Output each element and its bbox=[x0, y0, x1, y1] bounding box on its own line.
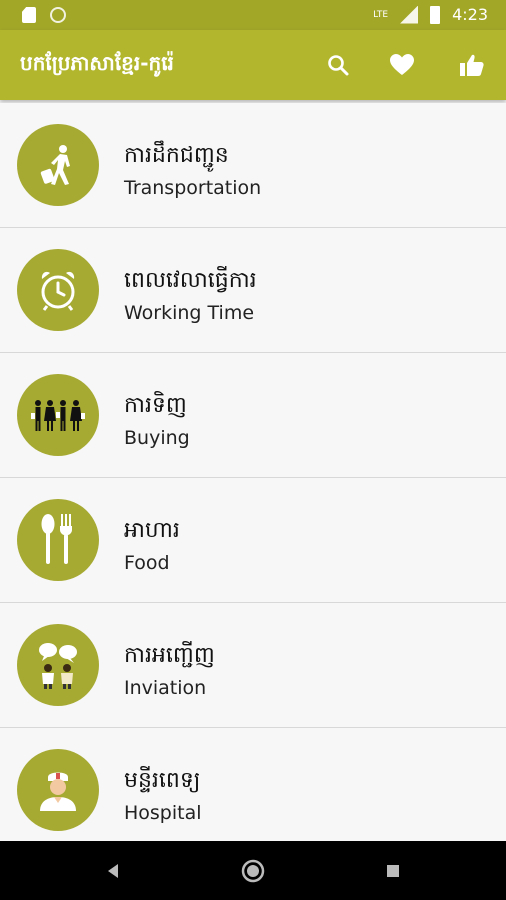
category-title-en: Inviation bbox=[124, 677, 207, 699]
search-button[interactable] bbox=[321, 48, 355, 82]
category-icon-circle bbox=[17, 374, 99, 456]
category-title-kh: ការទិញ bbox=[124, 393, 187, 418]
category-title-en: Working Time bbox=[124, 302, 255, 324]
category-item-invitation[interactable]: ការអញ្ជើញ Inviation bbox=[0, 603, 506, 728]
category-item-buying[interactable]: ការទិញ Buying bbox=[0, 353, 506, 478]
category-title-kh: ពេលវេលាធ្វើការ bbox=[124, 268, 257, 293]
back-triangle-icon bbox=[108, 864, 118, 878]
category-title-en: Transportation bbox=[124, 177, 262, 199]
thumbs-up-icon bbox=[460, 54, 484, 76]
battery-icon bbox=[430, 5, 441, 24]
category-title-kh: ការដឹកជញ្ជូន bbox=[124, 143, 229, 168]
category-item-transportation[interactable]: ការដឹកជញ្ជូន Transportation bbox=[0, 103, 506, 228]
category-item-hospital[interactable]: មន្ទីរពេទ្យ Hospital bbox=[0, 728, 506, 853]
alarm-clock-icon bbox=[41, 271, 75, 311]
shoppers-icon bbox=[31, 400, 85, 431]
category-icon-circle bbox=[17, 749, 99, 831]
category-item-food[interactable]: អាហារ Food bbox=[0, 478, 506, 603]
category-title-en: Hospital bbox=[124, 802, 202, 824]
category-icon-circle bbox=[17, 624, 99, 706]
recents-button[interactable] bbox=[378, 856, 408, 886]
network-type: LTE bbox=[373, 9, 389, 20]
signal-icon bbox=[400, 5, 419, 24]
nurse-icon bbox=[40, 772, 76, 811]
category-title-en: Buying bbox=[124, 427, 190, 449]
category-title-kh: ការអញ្ជើញ bbox=[124, 643, 215, 668]
status-bar: LTE 4:23 bbox=[0, 0, 506, 30]
category-icon-circle bbox=[17, 499, 99, 581]
sd-card-icon bbox=[22, 7, 36, 23]
home-button[interactable] bbox=[238, 856, 268, 886]
back-button[interactable] bbox=[98, 856, 128, 886]
system-nav-bar bbox=[0, 841, 506, 900]
home-circle-icon bbox=[241, 859, 265, 883]
heart-icon bbox=[390, 54, 414, 75]
favorites-button[interactable] bbox=[385, 48, 419, 82]
like-button[interactable] bbox=[455, 48, 489, 82]
chat-people-icon bbox=[39, 643, 77, 689]
spoon-fork-icon bbox=[41, 514, 72, 564]
recents-square-icon bbox=[387, 865, 399, 877]
app-title: បកប្រែភាសាខ្មែរ-កូរ៉េ bbox=[20, 51, 174, 75]
app-bar: បកប្រែភាសាខ្មែរ-កូរ៉េ bbox=[0, 30, 506, 100]
category-title-kh: អាហារ bbox=[124, 518, 180, 543]
category-title-en: Food bbox=[124, 552, 170, 574]
traveler-icon bbox=[40, 145, 70, 185]
search-icon bbox=[328, 55, 349, 76]
clock: 4:23 bbox=[452, 5, 488, 24]
sync-icon bbox=[50, 7, 66, 23]
category-item-working-time[interactable]: ពេលវេលាធ្វើការ Working Time bbox=[0, 228, 506, 353]
category-title-kh: មន្ទីរពេទ្យ bbox=[124, 768, 201, 793]
category-icon-circle bbox=[17, 124, 99, 206]
category-icon-circle bbox=[17, 249, 99, 331]
category-list: ការដឹកជញ្ជូន Transportation ពេលវេលាធ្វើក… bbox=[0, 103, 506, 853]
